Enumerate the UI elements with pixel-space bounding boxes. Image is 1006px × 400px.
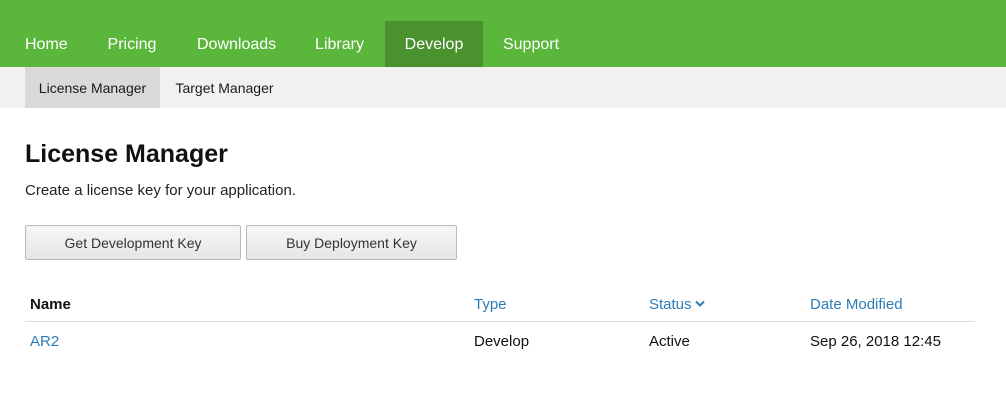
nav-item-home[interactable]: Home bbox=[25, 21, 68, 67]
nav-item-develop[interactable]: Develop bbox=[385, 21, 483, 67]
buy-deployment-key-button[interactable]: Buy Deployment Key bbox=[246, 225, 457, 260]
chevron-down-icon bbox=[694, 295, 705, 312]
row-type: Develop bbox=[474, 333, 530, 350]
nav-item-support[interactable]: Support bbox=[502, 21, 560, 67]
get-development-key-button[interactable]: Get Development Key bbox=[25, 225, 241, 260]
subnav-item-target-manager[interactable]: Target Manager bbox=[160, 67, 289, 108]
row-status: Active bbox=[649, 333, 690, 350]
page-title: License Manager bbox=[25, 140, 228, 168]
nav-item-downloads[interactable]: Downloads bbox=[197, 21, 276, 67]
column-header-status[interactable]: Status bbox=[649, 296, 705, 313]
nav-item-pricing[interactable]: Pricing bbox=[107, 21, 157, 67]
page-description: Create a license key for your applicatio… bbox=[25, 182, 296, 199]
subnav-item-license-manager[interactable]: License Manager bbox=[25, 67, 160, 108]
column-header-name[interactable]: Name bbox=[30, 296, 71, 313]
column-header-date-modified[interactable]: Date Modified bbox=[810, 296, 903, 313]
column-header-type[interactable]: Type bbox=[474, 296, 507, 313]
top-navigation-bar: Home Pricing Downloads Library Develop S… bbox=[0, 0, 1006, 67]
row-date-modified: Sep 26, 2018 12:45 bbox=[810, 333, 941, 350]
sub-navigation-bar: License Manager Target Manager bbox=[0, 67, 1006, 108]
table-header-divider bbox=[25, 321, 975, 322]
nav-item-library[interactable]: Library bbox=[314, 21, 365, 67]
column-header-status-label: Status bbox=[649, 296, 692, 313]
row-name-link[interactable]: AR2 bbox=[30, 333, 59, 350]
